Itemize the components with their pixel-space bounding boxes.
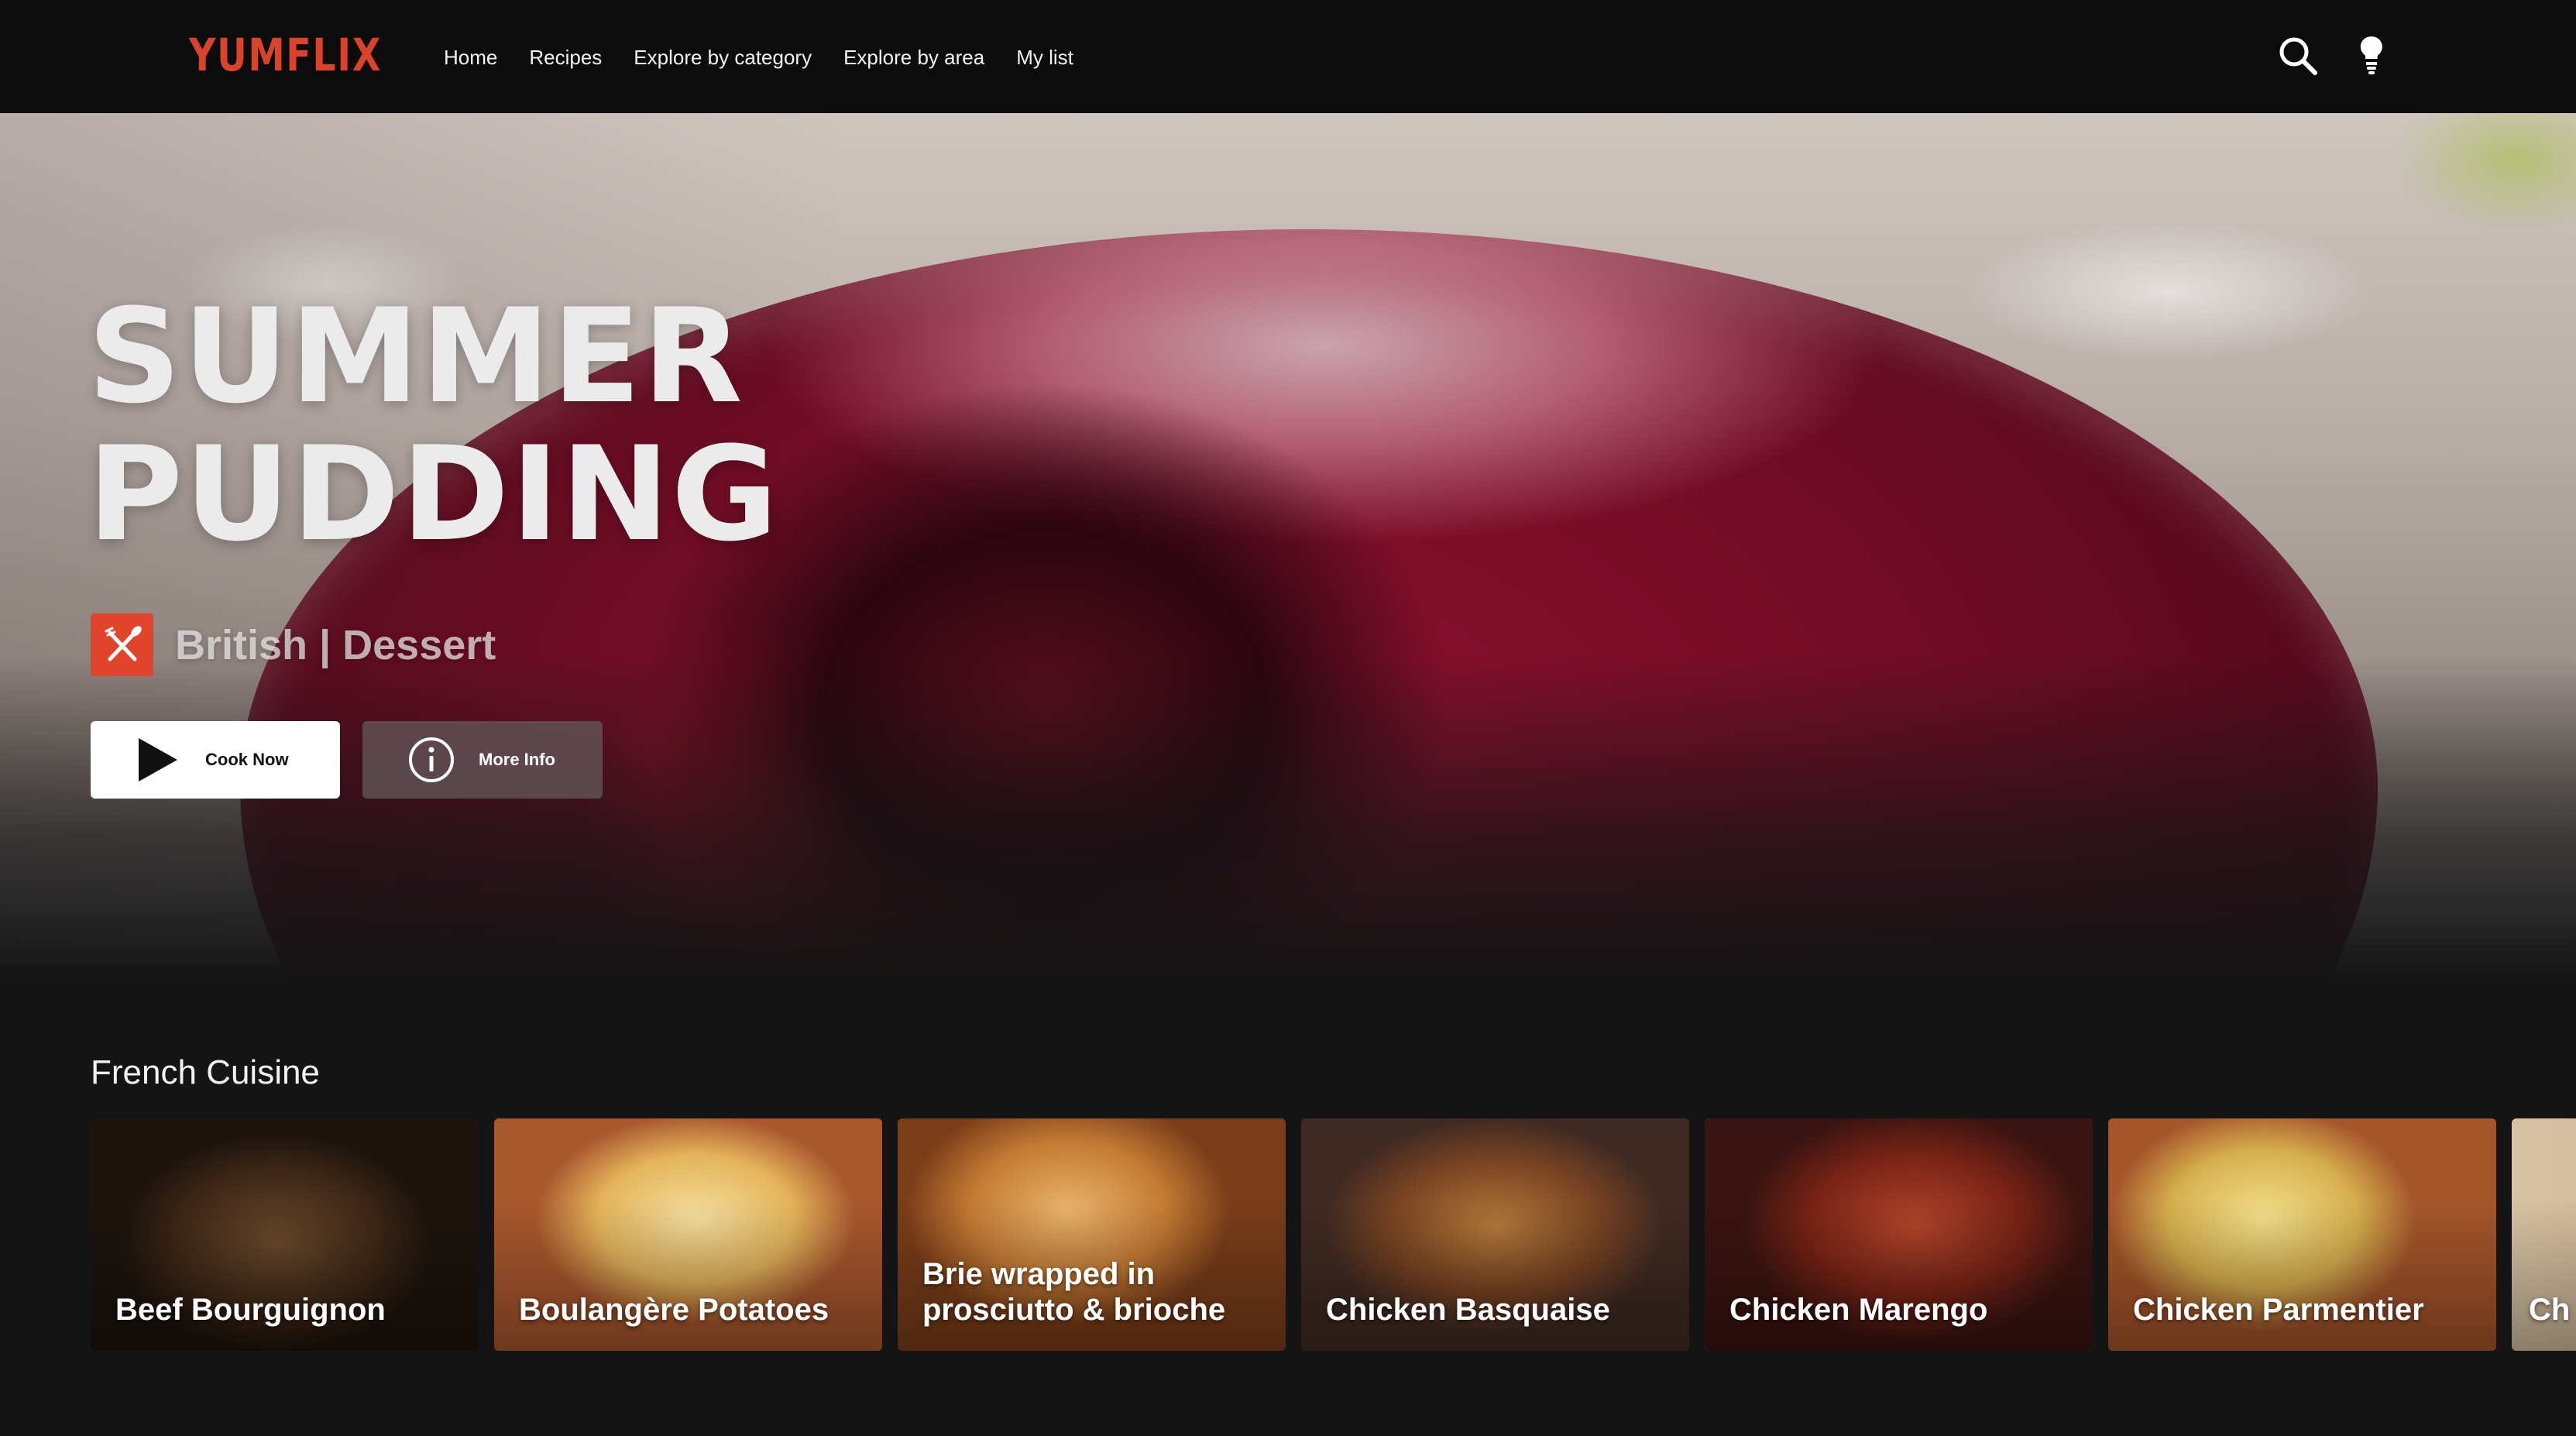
recipe-card[interactable]: Chicken Marengo xyxy=(1705,1118,2093,1351)
yumflix-logo[interactable]: YUMFLIX xyxy=(189,31,382,79)
recipe-card[interactable]: Brie wrapped in prosciutto & brioche xyxy=(898,1118,1286,1351)
recipe-card-title: Brie wrapped in prosciutto & brioche xyxy=(922,1257,1226,1327)
cook-now-label: Cook Now xyxy=(205,750,289,769)
hero-banner: SUMMER PUDDING British | Dessert Cook No… xyxy=(0,113,2576,981)
nav-link-explore-by-area[interactable]: Explore by area xyxy=(843,40,984,74)
recipe-card-title: Ch xyxy=(2529,1293,2571,1327)
nav-link-explore-by-category[interactable]: Explore by category xyxy=(634,40,812,74)
search-icon[interactable] xyxy=(2276,34,2320,77)
fork-knife-icon xyxy=(91,613,153,676)
info-icon xyxy=(409,737,454,782)
recipe-card[interactable]: Ch xyxy=(2512,1118,2576,1351)
hero-title: SUMMER PUDDING xyxy=(88,280,780,570)
recipe-card[interactable]: Beef Bourguignon xyxy=(91,1118,479,1351)
nav-links: Home Recipes Explore by category Explore… xyxy=(444,40,1073,74)
recipe-card[interactable]: Boulangère Potatoes xyxy=(494,1118,882,1351)
play-icon xyxy=(139,738,177,782)
more-info-label: More Info xyxy=(479,750,555,769)
recipe-card[interactable]: Chicken Parmentier xyxy=(2108,1118,2496,1351)
nav-link-home[interactable]: Home xyxy=(444,40,497,74)
nav-link-my-list[interactable]: My list xyxy=(1016,40,1073,74)
recipe-card-title: Chicken Basquaise xyxy=(1326,1293,1610,1327)
recipe-card-title: Chicken Marengo xyxy=(1729,1293,1988,1327)
hero-bottom-fade xyxy=(0,655,2576,981)
nav-link-recipes[interactable]: Recipes xyxy=(529,40,602,74)
recipe-card-title: Boulangère Potatoes xyxy=(519,1293,829,1327)
top-navbar: YUMFLIX Home Recipes Explore by category… xyxy=(0,0,2576,113)
recipe-card-title: Beef Bourguignon xyxy=(115,1293,386,1327)
cook-now-button[interactable]: Cook Now xyxy=(91,721,340,799)
hero-tag: British | Dessert xyxy=(91,613,496,676)
hero-category-area: British | Dessert xyxy=(175,621,496,668)
hero-buttons: Cook Now More Info xyxy=(91,721,603,799)
french-cuisine-carousel: Beef Bourguignon Boulangère Potatoes Bri… xyxy=(91,1118,2576,1351)
row-title-french-cuisine: French Cuisine xyxy=(91,1053,320,1091)
more-info-button[interactable]: More Info xyxy=(362,721,603,799)
lightbulb-icon[interactable] xyxy=(2350,34,2393,77)
recipe-card-title: Chicken Parmentier xyxy=(2133,1293,2424,1327)
recipe-card[interactable]: Chicken Basquaise xyxy=(1301,1118,1689,1351)
